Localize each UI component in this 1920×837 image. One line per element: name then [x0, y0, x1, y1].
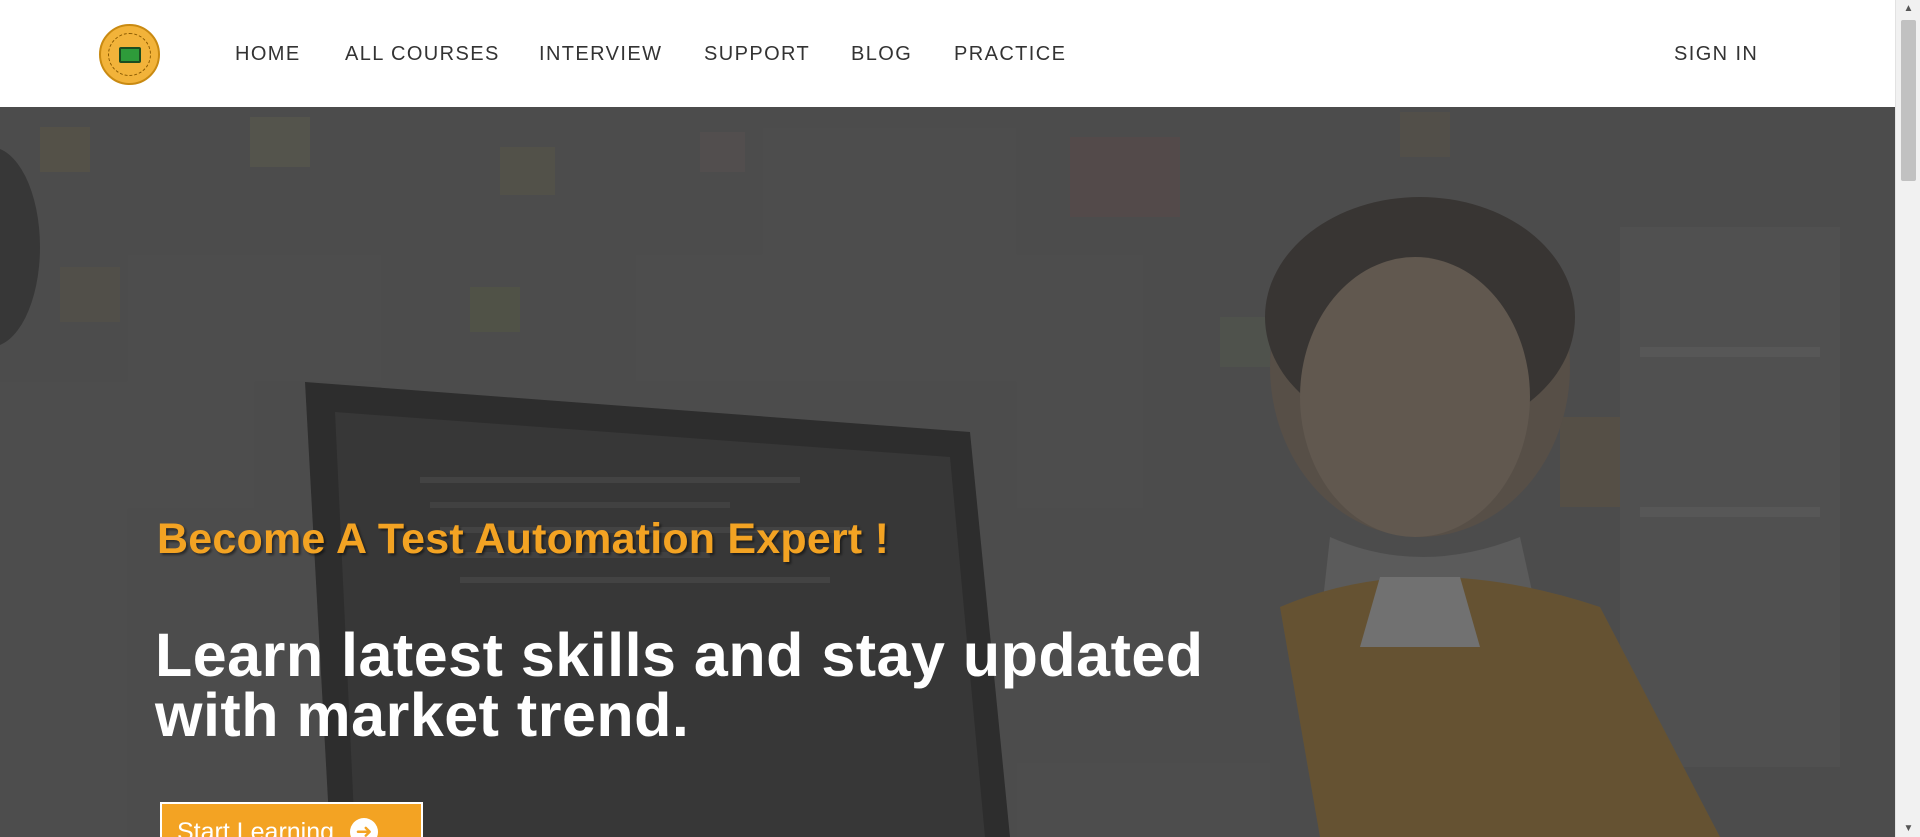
- hero-tagline: Become A Test Automation Expert !: [157, 515, 890, 563]
- nav-support[interactable]: SUPPORT: [704, 42, 810, 66]
- scroll-up-arrow-icon[interactable]: ▲: [1896, 0, 1920, 17]
- nav-practice[interactable]: PRACTICE: [954, 42, 1066, 66]
- scroll-down-arrow-icon[interactable]: ▼: [1896, 820, 1920, 837]
- nav-home[interactable]: HOME: [235, 42, 301, 66]
- nav-blog[interactable]: BLOG: [851, 42, 912, 66]
- start-learning-label: Start Learning: [177, 817, 335, 837]
- scrollbar-thumb[interactable]: [1901, 20, 1916, 181]
- arrow-circle-right-icon: ➜: [350, 818, 379, 837]
- hero-title: Learn latest skills and stay updated wit…: [155, 621, 1204, 749]
- nav-interview[interactable]: INTERVIEW: [539, 42, 662, 66]
- site-logo[interactable]: [99, 24, 160, 85]
- start-learning-button[interactable]: Start Learning ➜: [160, 802, 423, 837]
- sign-in-link[interactable]: SIGN IN: [1674, 42, 1758, 66]
- page: HOME ALL COURSES INTERVIEW SUPPORT BLOG …: [0, 0, 1895, 837]
- hero-banner: Become A Test Automation Expert ! Learn …: [0, 107, 1895, 837]
- nav-all-courses[interactable]: ALL COURSES: [345, 42, 500, 66]
- laptop-icon: [118, 46, 141, 63]
- logo-ring: [108, 33, 151, 76]
- site-header: HOME ALL COURSES INTERVIEW SUPPORT BLOG …: [0, 0, 1895, 107]
- page-scrollbar[interactable]: ▲ ▼: [1895, 0, 1920, 837]
